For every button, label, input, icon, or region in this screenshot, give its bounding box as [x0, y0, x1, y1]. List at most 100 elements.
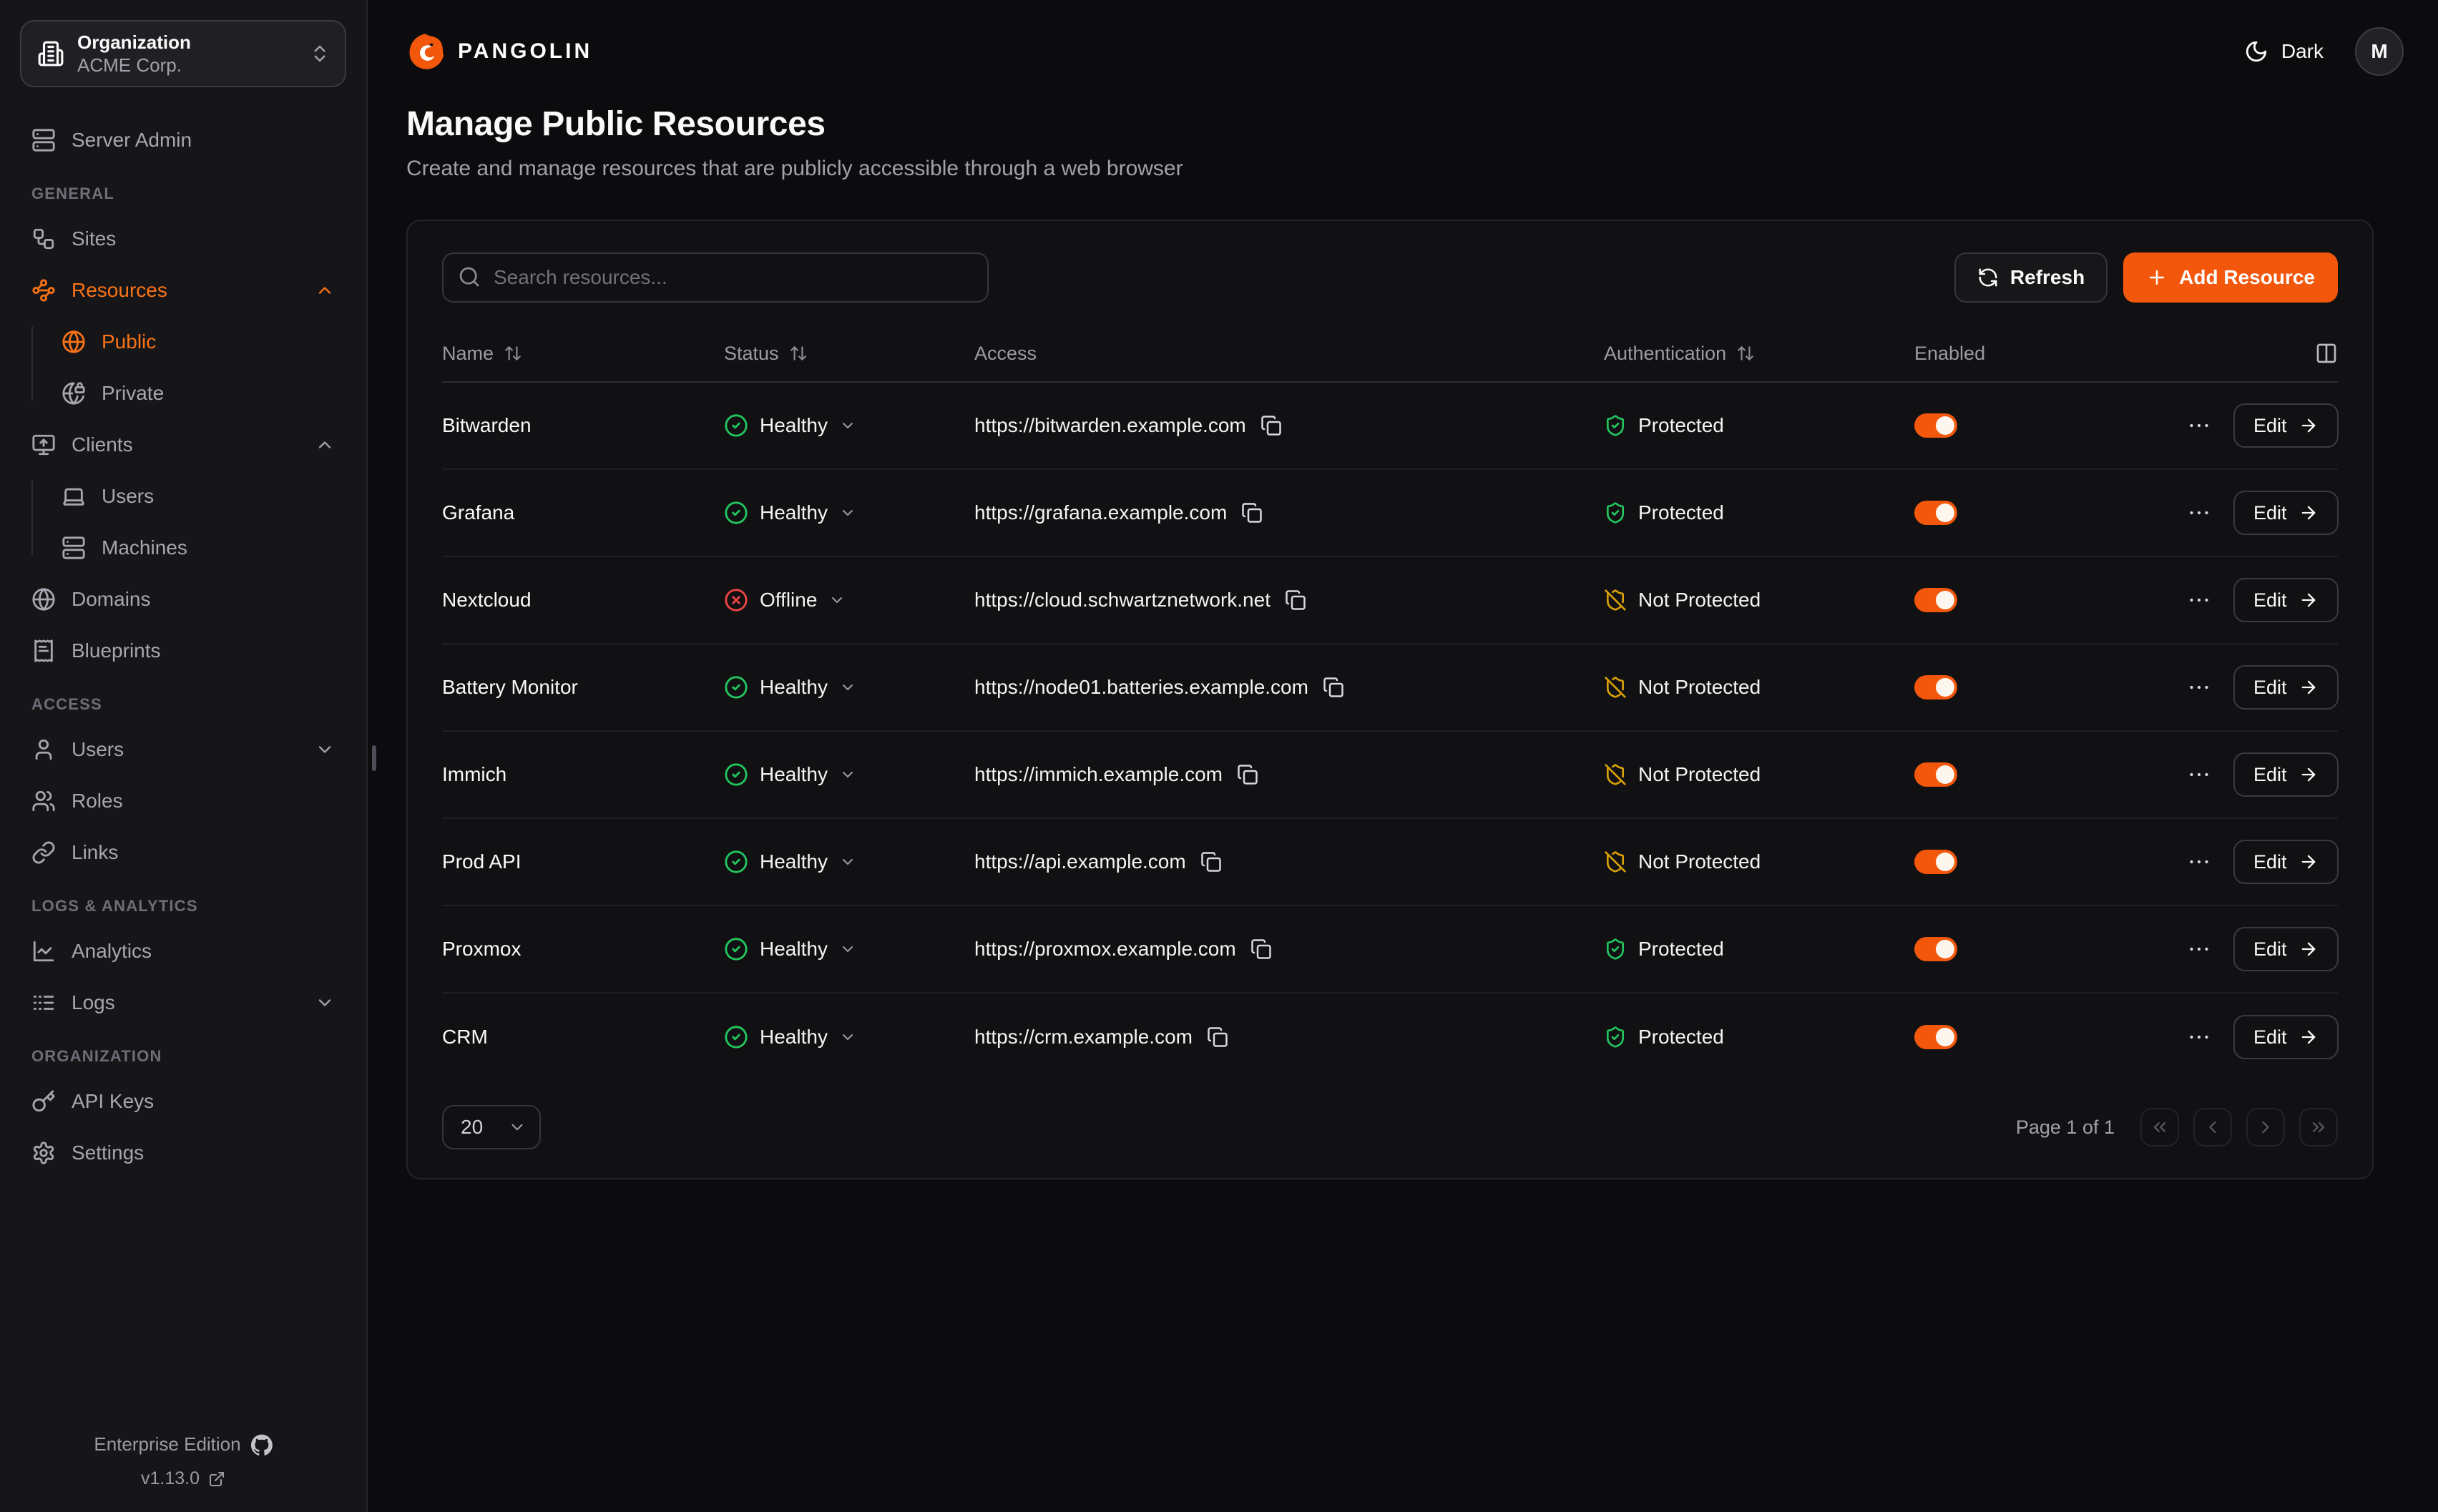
- sidebar-item-domains[interactable]: Domains: [20, 581, 346, 618]
- sidebar-item-sites[interactable]: Sites: [20, 220, 346, 257]
- sort-icon[interactable]: [504, 344, 522, 363]
- github-icon[interactable]: [251, 1434, 273, 1455]
- resource-url[interactable]: https://node01.batteries.example.com: [974, 676, 1308, 699]
- circle-check-icon: [724, 675, 748, 699]
- resource-name: Proxmox: [442, 938, 724, 961]
- edit-button[interactable]: Edit: [2233, 1015, 2339, 1059]
- previous-page-button[interactable]: [2193, 1108, 2232, 1147]
- status-cell[interactable]: Healthy: [724, 1025, 974, 1049]
- enabled-toggle[interactable]: [1914, 588, 1957, 612]
- edit-button[interactable]: Edit: [2233, 665, 2339, 710]
- sidebar-nav: Server Admin GENERAL Sites Resources Pub…: [20, 122, 346, 1186]
- last-page-button[interactable]: [2299, 1108, 2338, 1147]
- edit-button[interactable]: Edit: [2233, 578, 2339, 622]
- sidebar-item-public[interactable]: Public: [20, 323, 346, 360]
- sidebar-item-links[interactable]: Links: [20, 834, 346, 871]
- sidebar-item-resources[interactable]: Resources: [20, 272, 346, 309]
- sidebar-item-label: Logs: [72, 991, 299, 1014]
- sidebar-scrollbar-thumb[interactable]: [372, 745, 376, 771]
- copy-url-button[interactable]: [1207, 1026, 1228, 1048]
- row-menu-button[interactable]: [2186, 849, 2212, 875]
- sidebar-item-client-users[interactable]: Users: [20, 478, 346, 515]
- columns-visibility-button[interactable]: [2315, 342, 2338, 365]
- toolbar: Refresh Add Resource: [442, 252, 2338, 303]
- enabled-toggle[interactable]: [1914, 1025, 1957, 1049]
- enabled-toggle[interactable]: [1914, 413, 1957, 438]
- copy-url-button[interactable]: [1250, 938, 1272, 960]
- sidebar-item-private[interactable]: Private: [20, 375, 346, 412]
- resources-card: Refresh Add Resource Name Status: [406, 220, 2374, 1179]
- sidebar-item-machines[interactable]: Machines: [20, 529, 346, 566]
- first-page-button[interactable]: [2140, 1108, 2179, 1147]
- sidebar-item-server-admin[interactable]: Server Admin: [20, 122, 346, 159]
- resource-url[interactable]: https://grafana.example.com: [974, 501, 1227, 524]
- sidebar-item-blueprints[interactable]: Blueprints: [20, 632, 346, 669]
- resource-url[interactable]: https://api.example.com: [974, 850, 1186, 873]
- sidebar-item-analytics[interactable]: Analytics: [20, 933, 346, 970]
- enabled-toggle[interactable]: [1914, 501, 1957, 525]
- edit-button[interactable]: Edit: [2233, 927, 2339, 971]
- row-menu-button[interactable]: [2186, 936, 2212, 962]
- add-resource-button[interactable]: Add Resource: [2123, 252, 2338, 303]
- search-input[interactable]: [442, 252, 989, 303]
- copy-url-button[interactable]: [1260, 415, 1282, 436]
- row-menu-button[interactable]: [2186, 587, 2212, 613]
- chevron-down-icon: [839, 417, 856, 434]
- enabled-toggle[interactable]: [1914, 937, 1957, 961]
- status-cell[interactable]: Healthy: [724, 501, 974, 525]
- status-cell[interactable]: Healthy: [724, 675, 974, 699]
- sidebar-item-roles[interactable]: Roles: [20, 782, 346, 820]
- sidebar-item-label: Private: [102, 382, 335, 405]
- row-menu-button[interactable]: [2186, 1024, 2212, 1050]
- status-cell[interactable]: Healthy: [724, 762, 974, 787]
- arrow-right-icon: [2299, 1027, 2319, 1047]
- row-menu-button[interactable]: [2186, 413, 2212, 438]
- next-page-button[interactable]: [2246, 1108, 2285, 1147]
- resource-url[interactable]: https://proxmox.example.com: [974, 938, 1236, 961]
- enabled-toggle[interactable]: [1914, 850, 1957, 874]
- copy-url-button[interactable]: [1200, 851, 1222, 873]
- sidebar-item-users[interactable]: Users: [20, 731, 346, 768]
- status-cell[interactable]: Healthy: [724, 937, 974, 961]
- status-label: Healthy: [760, 501, 828, 524]
- row-menu-button[interactable]: [2186, 674, 2212, 700]
- resource-url[interactable]: https://bitwarden.example.com: [974, 414, 1246, 437]
- chevrons-up-down-icon: [309, 43, 331, 64]
- sidebar-item-logs[interactable]: Logs: [20, 984, 346, 1021]
- brand-name: PANGOLIN: [458, 39, 592, 64]
- copy-url-button[interactable]: [1285, 589, 1306, 611]
- resource-url[interactable]: https://cloud.schwartznetwork.net: [974, 589, 1271, 612]
- edit-button[interactable]: Edit: [2233, 840, 2339, 884]
- status-cell[interactable]: Offline: [724, 588, 974, 612]
- page-size-select[interactable]: 20: [442, 1105, 541, 1149]
- copy-url-button[interactable]: [1323, 677, 1344, 698]
- enabled-toggle[interactable]: [1914, 675, 1957, 699]
- avatar[interactable]: M: [2355, 27, 2404, 76]
- edit-button[interactable]: Edit: [2233, 403, 2339, 448]
- sidebar-item-settings[interactable]: Settings: [20, 1134, 346, 1172]
- refresh-button[interactable]: Refresh: [1954, 252, 2107, 303]
- sort-icon[interactable]: [789, 344, 808, 363]
- resource-url[interactable]: https://crm.example.com: [974, 1026, 1193, 1049]
- laptop-icon: [62, 484, 86, 509]
- status-cell[interactable]: Healthy: [724, 850, 974, 874]
- row-menu-button[interactable]: [2186, 762, 2212, 787]
- sidebar-item-clients[interactable]: Clients: [20, 426, 346, 463]
- copy-url-button[interactable]: [1237, 764, 1258, 785]
- external-link-icon[interactable]: [208, 1471, 225, 1488]
- copy-url-button[interactable]: [1241, 502, 1263, 524]
- circle-x-icon: [724, 588, 748, 612]
- sidebar-item-api-keys[interactable]: API Keys: [20, 1083, 346, 1120]
- row-menu-button[interactable]: [2186, 500, 2212, 526]
- sidebar-item-label: Resources: [72, 279, 299, 302]
- chevron-down-icon: [839, 853, 856, 870]
- theme-toggle[interactable]: Dark: [2244, 39, 2324, 64]
- enabled-toggle[interactable]: [1914, 762, 1957, 787]
- resource-url[interactable]: https://immich.example.com: [974, 763, 1223, 786]
- edit-button[interactable]: Edit: [2233, 752, 2339, 797]
- sort-icon[interactable]: [1736, 344, 1755, 363]
- org-selector[interactable]: Organization ACME Corp.: [20, 20, 346, 87]
- edit-button[interactable]: Edit: [2233, 491, 2339, 535]
- status-cell[interactable]: Healthy: [724, 413, 974, 438]
- authentication-cell: Protected: [1604, 938, 1914, 961]
